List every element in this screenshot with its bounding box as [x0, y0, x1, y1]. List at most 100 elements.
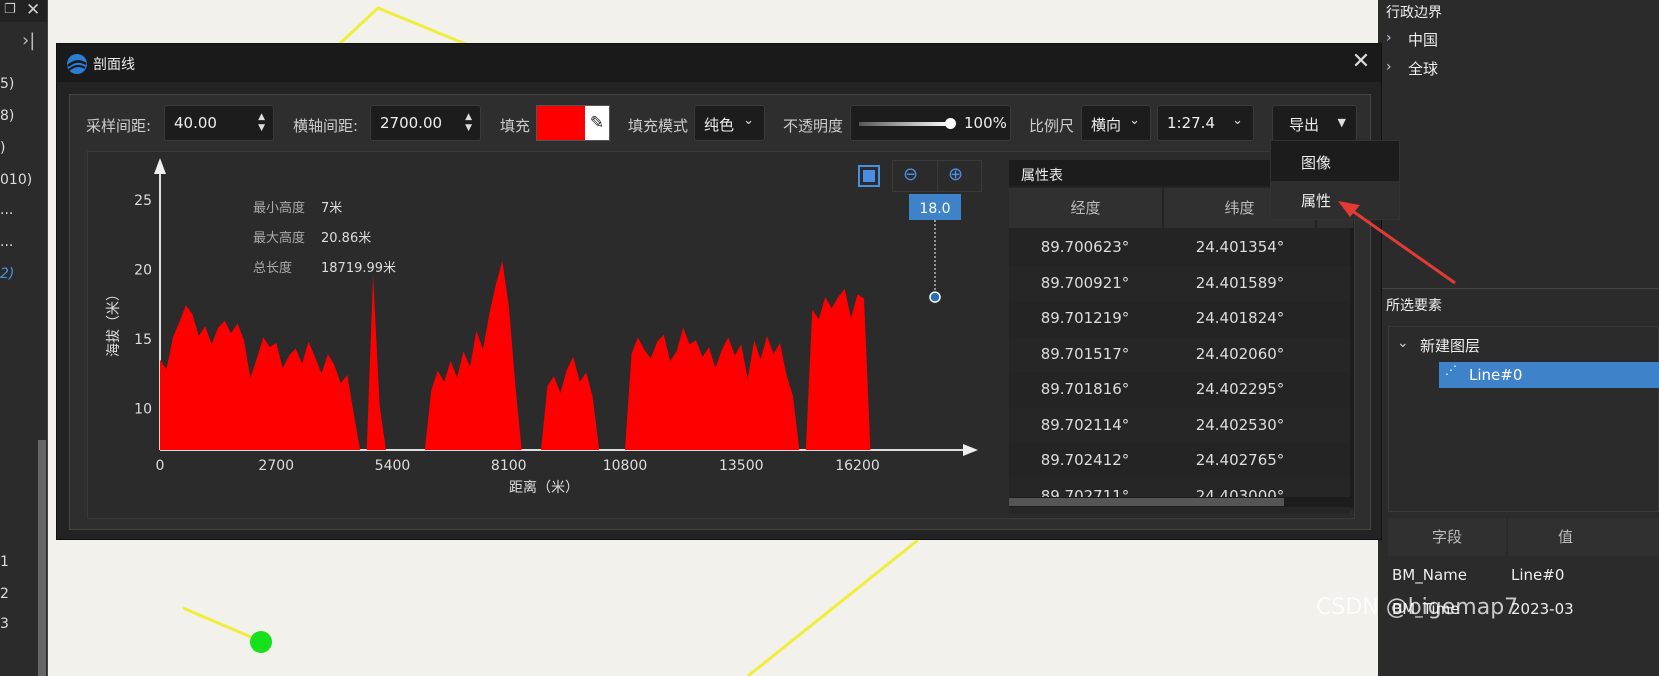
restore-icon[interactable]: ❐ [4, 2, 16, 17]
scrollbar[interactable] [38, 440, 46, 676]
x-axis-arrow [963, 444, 978, 456]
min-height-label: 最小高度 [253, 201, 306, 216]
list-item[interactable]: 1 [0, 554, 9, 570]
list-item[interactable]: ) [0, 140, 5, 156]
scale-orientation-select[interactable]: 横向 ⌄ [1081, 105, 1151, 141]
chevron-down-icon: ⌄ [1129, 113, 1140, 128]
latitude-cell: 24.402295° [1195, 380, 1285, 398]
list-item[interactable]: 2) [0, 266, 14, 282]
left-panel: ❐ ✕ ›| 5) 8) ) 010) ... ... 2) 1 2 3 [0, 0, 48, 676]
longitude-cell: 89.701517° [1040, 344, 1130, 363]
list-item[interactable]: ... [0, 202, 13, 218]
zoom-in-icon[interactable]: ⊕ [948, 164, 963, 185]
fit-view-icon[interactable] [858, 165, 880, 187]
sample-spacing-label: 采样间距: [86, 117, 152, 135]
list-item[interactable]: 2 [0, 586, 9, 602]
latitude-cell: 24.401354° [1195, 238, 1285, 256]
spin-arrows-icon[interactable]: ▲ ▼ [258, 112, 265, 134]
longitude-cell: 89.701219° [1040, 309, 1130, 327]
scale-label: 比例尺 [1029, 117, 1075, 135]
watermark: CSDN @bigemap7 [1316, 595, 1519, 620]
x-tick-label: 0 [156, 458, 165, 474]
tree-item-feature-selected[interactable]: ⋰ Line#0 [1439, 362, 1659, 388]
list-item[interactable]: 3 [0, 616, 9, 632]
chevron-down-icon: ⌄ [743, 113, 754, 128]
horizontal-scrollbar[interactable] [1009, 497, 1354, 507]
sample-spacing-value: 40.00 [174, 114, 217, 132]
scale-ratio-select[interactable]: 1:27.4 ⌄ [1157, 105, 1254, 141]
tree-item-global[interactable]: 全球 [1408, 58, 1438, 79]
opacity-value: 100% [964, 114, 1007, 132]
list-item[interactable]: 5) [0, 76, 14, 92]
admin-boundary-title: 行政边界 [1386, 5, 1442, 21]
feature-name: Line#0 [1469, 366, 1523, 384]
eyedropper-icon[interactable]: ✎ [585, 106, 609, 140]
fill-color-picker[interactable]: ✎ [536, 105, 610, 141]
y-tick-label: 15 [134, 332, 152, 348]
opacity-control[interactable]: 100% [850, 105, 1011, 141]
fill-color-swatch[interactable] [537, 106, 585, 140]
close-icon[interactable]: ✕ [26, 0, 40, 20]
x-tick-label: 8100 [491, 458, 527, 474]
export-button[interactable]: 导出 ▼ [1272, 105, 1357, 141]
field-cell: BM_Name [1392, 566, 1467, 584]
longitude-column-header[interactable]: 经度 [1009, 188, 1163, 228]
chevron-right-icon[interactable]: › [1386, 30, 1392, 46]
chevron-down-icon: ⌄ [1232, 113, 1243, 128]
feature-tree: ⌄ 新建图层 ⋰ Line#0 [1388, 326, 1659, 512]
sample-spacing-input[interactable]: 40.00 ▲ ▼ [164, 105, 274, 141]
export-label: 导出 [1289, 116, 1320, 134]
tree-item-layer[interactable]: 新建图层 [1420, 335, 1480, 356]
fill-label: 填充 [500, 117, 531, 135]
spin-arrows-icon[interactable]: ▲ ▼ [465, 112, 472, 134]
latitude-cell: 24.402060° [1195, 344, 1285, 363]
y-tick-label: 25 [134, 193, 152, 209]
x-tick-label: 5400 [375, 458, 411, 474]
latitude-cell: 24.402530° [1195, 415, 1285, 434]
opacity-label: 不透明度 [783, 117, 844, 135]
longitude-cell: 89.702412° [1040, 451, 1130, 469]
chevron-down-icon[interactable]: ⌄ [1397, 335, 1409, 351]
chart-marker: 18.0 [909, 194, 962, 303]
close-icon[interactable]: ✕ [1349, 50, 1373, 74]
longitude-cell: 89.700623° [1040, 238, 1130, 256]
zoom-controls: ⊖ ⊕ [892, 160, 982, 192]
y-axis-label: 海拔（米） [106, 287, 122, 357]
fill-mode-label: 填充模式 [628, 117, 689, 135]
scrollbar-thumb[interactable] [1009, 498, 1284, 506]
list-item[interactable]: 010) [0, 172, 32, 188]
selected-section-header: 所选要素 [1378, 288, 1659, 318]
caret-down-icon: ▼ [1337, 116, 1346, 129]
longitude-cell: 89.700921° [1040, 273, 1130, 292]
zoom-out-icon[interactable]: ⊖ [903, 164, 918, 185]
fill-mode-select[interactable]: 纯色 ⌄ [694, 105, 765, 141]
right-panel: 行政边界 › 中国 › 全球 所选要素 ⌄ 新建图层 ⋰ Line#0 字段 值… [1378, 0, 1659, 676]
axis-spacing-input[interactable]: 2700.00 ▲ ▼ [370, 105, 481, 141]
menu-item-image[interactable]: 图像 [1271, 143, 1399, 181]
list-item[interactable]: 8) [0, 108, 14, 124]
left-panel-header: ❐ ✕ [0, 0, 47, 22]
opacity-slider-track[interactable] [859, 122, 949, 126]
app-logo-icon [67, 54, 87, 74]
map-point-marker [250, 631, 272, 653]
latitude-cell: 24.401589° [1195, 273, 1285, 292]
tree-item-china[interactable]: 中国 [1408, 29, 1438, 50]
dialog-titlebar[interactable]: 剖面线 ✕ [57, 44, 1381, 82]
x-tick-label: 10800 [603, 458, 648, 474]
profile-chart-svg: 0 2700 5400 8100 10800 13500 16200 10 15 20 25 距离（米… [106, 158, 978, 496]
opacity-slider-handle[interactable] [945, 118, 956, 129]
total-length-label: 总长度 [253, 261, 293, 276]
fill-mode-value: 纯色 [704, 116, 735, 134]
total-length-value: 18719.99米 [321, 261, 397, 276]
list-item[interactable]: ... [0, 234, 13, 250]
field-column-header: 字段 [1388, 518, 1506, 556]
chevron-right-icon[interactable]: › [1386, 59, 1392, 75]
profile-chart: 0 2700 5400 8100 10800 13500 16200 10 15 20 25 距离（米… [87, 151, 1355, 519]
x-tick-label: 16200 [835, 458, 880, 474]
longitude-cell: 89.702114° [1040, 415, 1130, 434]
collapse-icon[interactable]: ›| [22, 30, 35, 51]
scale-ratio-value: 1:27.4 [1167, 114, 1215, 132]
x-tick-label: 13500 [719, 458, 764, 474]
min-height-value: 7米 [321, 201, 343, 216]
value-cell: 2023-03 [1511, 600, 1574, 618]
